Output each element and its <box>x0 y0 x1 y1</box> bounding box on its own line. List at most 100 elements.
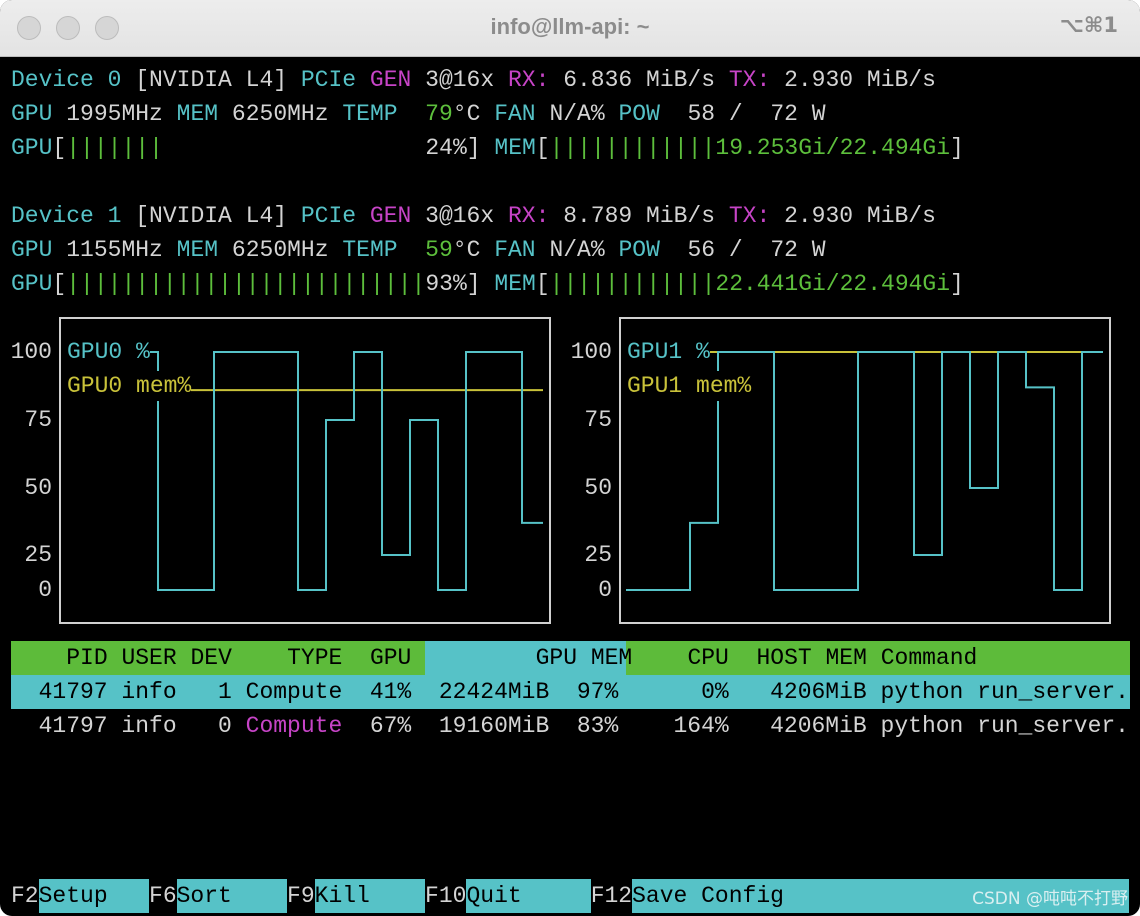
bracket: ] <box>950 271 964 297</box>
process-row[interactable]: 41797 info 0 Compute 67% 19160MiB 83% 164% 4… <box>11 709 1129 743</box>
col-dev[interactable]: DEV <box>190 645 231 671</box>
bar-cell: | <box>107 271 122 297</box>
col-pid[interactable]: PID <box>66 645 107 671</box>
device-name: [NVIDIA L4] <box>135 67 288 93</box>
bar-cell: | <box>701 271 716 297</box>
mem-clock-label: MEM <box>176 101 219 127</box>
bar-cell: | <box>218 271 232 297</box>
bar-cell: | <box>162 271 177 297</box>
bar-cell <box>273 135 287 161</box>
bar-cell <box>246 135 260 161</box>
process-row[interactable]: 41797 info 1 Compute 41% 22424MiB 97% 0% 420… <box>11 675 1129 709</box>
bar-cell: | <box>660 271 674 297</box>
legend-gpu-mem: GPU0 mem% <box>67 371 192 401</box>
y-tick-label: 75 <box>584 407 612 433</box>
terminal-window: info@llm-api: ~ ⌥⌘1 Device 0 [NVIDIA L4]… <box>0 0 1140 916</box>
col-user[interactable]: USER <box>121 645 176 671</box>
footer-item-sort[interactable]: F6Sort <box>149 879 288 913</box>
command: python run_server. <box>880 713 1129 739</box>
function-key: F2 <box>11 883 39 909</box>
bar-cell <box>342 135 356 161</box>
bar-cell: | <box>245 271 260 297</box>
bar-cell: | <box>93 271 108 297</box>
mem-usage-label: MEM <box>494 271 536 297</box>
function-key: F6 <box>149 883 177 909</box>
mem-usage-label: MEM <box>494 135 536 161</box>
bar-cell <box>329 135 343 161</box>
pcie-label: PCIe <box>300 203 357 229</box>
bar-cell: | <box>632 135 647 161</box>
watermark: CSDN @吨吨不打野 <box>972 889 1128 909</box>
bar-cell: | <box>646 135 661 161</box>
function-key: F10 <box>425 883 467 909</box>
bar-cell: | <box>135 135 150 161</box>
device-1-stats: GPU 1155MHz MEM 6250MHz TEMP 59°C FAN N/… <box>11 233 826 267</box>
bar-cell: | <box>66 271 81 297</box>
bar-cell: | <box>646 271 661 297</box>
footer-item-kill[interactable]: F9Kill <box>287 879 426 913</box>
bar-cell: | <box>190 271 205 297</box>
bar-cell: | <box>591 135 605 161</box>
mem-clock-value: 6250MHz <box>231 237 329 263</box>
col-type[interactable]: TYPE <box>287 645 342 671</box>
footer-item-setup[interactable]: F2Setup <box>11 879 150 913</box>
power-label: POW <box>618 237 660 263</box>
bar-cell: | <box>632 271 647 297</box>
gpu-util-text: 93% <box>425 271 467 297</box>
process-type: Compute <box>245 679 343 705</box>
bracket: [ <box>535 271 550 297</box>
bar-cell <box>384 135 398 161</box>
gpu-util-bar: ||||||||||||||||||||||||||93% <box>66 271 467 297</box>
col-command[interactable]: Command <box>881 645 978 671</box>
gen-label: GEN <box>369 203 412 229</box>
bar-cell: | <box>701 135 716 161</box>
gpu-clock-value: 1995MHz <box>66 101 163 127</box>
gpu-util-label: GPU <box>11 271 53 297</box>
footer-item-quit[interactable]: F10Quit <box>425 879 591 913</box>
gpu-usage: 67% <box>369 713 412 739</box>
window-title: info@llm-api: ~ <box>490 14 650 39</box>
bar-cell <box>398 135 412 161</box>
col-host-mem[interactable]: HOST MEM <box>756 645 866 671</box>
bar-cell: | <box>356 271 371 297</box>
bar-cell: | <box>107 135 122 161</box>
temp-value: 79 <box>425 101 453 127</box>
bar-cell: | <box>604 135 619 161</box>
bar-cell: | <box>673 135 688 161</box>
bar-cell: | <box>563 135 578 161</box>
user: info <box>121 713 177 739</box>
bar-cell: | <box>204 271 219 297</box>
bar-cell: | <box>577 135 592 161</box>
bar-cell <box>177 135 191 161</box>
bar-cell <box>370 135 384 161</box>
bar-cell: | <box>149 271 163 297</box>
gpu-clock-label: GPU <box>11 237 53 263</box>
col-gpu[interactable]: GPU <box>370 645 411 671</box>
col-gpu-mem[interactable]: GPU MEM <box>536 645 633 671</box>
bar-cell: | <box>687 135 702 161</box>
bar-cell: | <box>618 271 633 297</box>
gpu-mem-percent: 97% <box>576 679 619 705</box>
temp-unit: °C <box>452 101 481 127</box>
bar-cell: | <box>287 271 302 297</box>
bar-cell <box>356 135 370 161</box>
cpu-usage: 164% <box>673 713 729 739</box>
col-cpu[interactable]: CPU <box>687 645 728 671</box>
user: info <box>121 679 177 705</box>
cpu-usage: 0% <box>701 679 729 705</box>
bar-cell: | <box>604 271 619 297</box>
y-tick-label: 25 <box>24 542 52 568</box>
bar-cell <box>191 135 205 161</box>
gpu-util-bar: ||||||| 24% <box>66 135 467 161</box>
y-tick-label: 100 <box>570 339 612 365</box>
gen-label: GEN <box>369 67 412 93</box>
bar-cell: | <box>80 271 94 297</box>
bar-cell: | <box>397 271 412 297</box>
pid: 41797 <box>38 713 108 739</box>
gpu-mem-usage: 22424MiB <box>438 679 550 705</box>
power-value: 58 / 72 W <box>687 101 826 127</box>
y-tick-label: 100 <box>10 339 52 365</box>
function-label: Setup <box>38 879 150 913</box>
bar-cell: | <box>231 271 246 297</box>
bar-cell <box>218 135 232 161</box>
